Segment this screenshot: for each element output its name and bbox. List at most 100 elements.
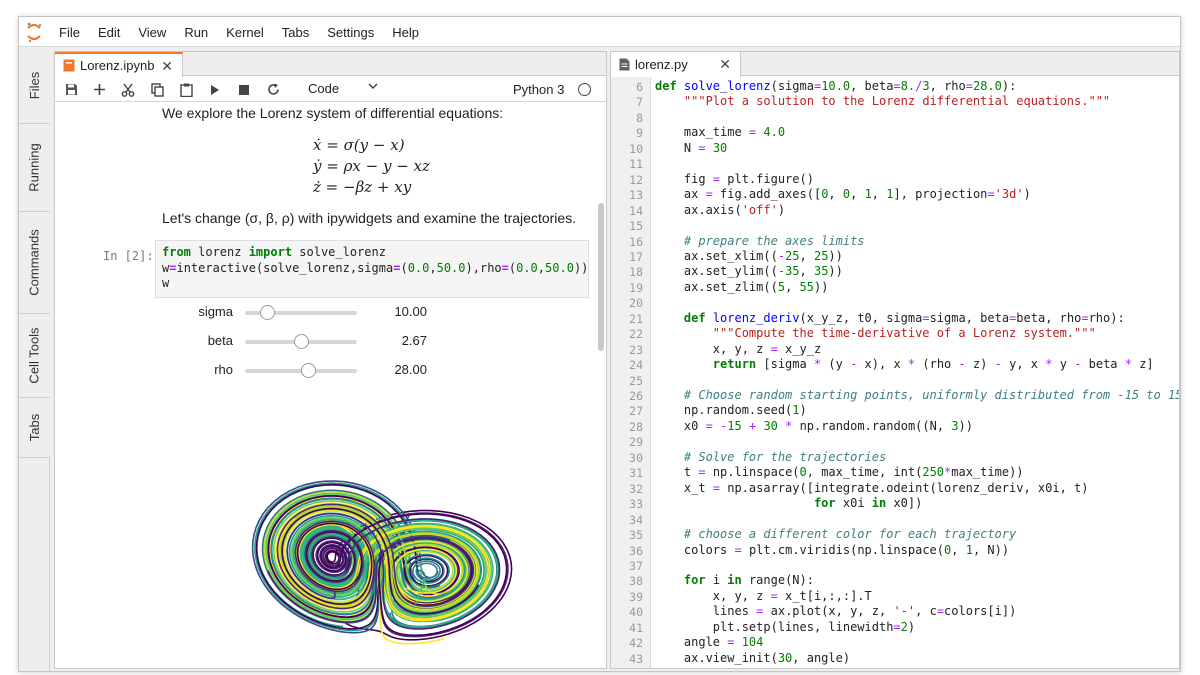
menu-edit[interactable]: Edit: [98, 25, 120, 40]
code-line[interactable]: 32 x_t = np.asarray([integrate.odeint(lo…: [611, 481, 1179, 497]
cut-icon[interactable]: [118, 80, 138, 99]
copy-icon[interactable]: [147, 80, 167, 99]
code-line[interactable]: 20: [611, 295, 1179, 311]
code-token: plt.cm.viridis(np.linspace(: [741, 542, 945, 557]
editor-tab[interactable]: lorenz.py ✕: [611, 52, 741, 77]
code-line[interactable]: 31 t = np.linspace(0, max_time, int(250*…: [611, 465, 1179, 481]
code-line[interactable]: 41 plt.setp(lines, linewidth=2): [611, 620, 1179, 636]
code-line[interactable]: 7 """Plot a solution to the Lorenz diffe…: [611, 94, 1179, 110]
menu-help[interactable]: Help: [392, 25, 419, 40]
code-line[interactable]: 22 """Compute the time-derivative of a L…: [611, 326, 1179, 342]
slider-handle[interactable]: [300, 363, 316, 378]
code-token: )): [813, 279, 829, 294]
code-line[interactable]: 9 max_time = 4.0: [611, 125, 1179, 141]
code-token: =: [936, 604, 945, 619]
menu-file[interactable]: File: [59, 25, 80, 40]
code-line[interactable]: 10 N = 30: [611, 141, 1179, 157]
code-token: , angle): [792, 650, 851, 665]
code-line[interactable]: 18 ax.set_ylim((-35, 35)): [611, 264, 1179, 280]
code-cell-input[interactable]: from lorenz import solve_lorenz w=intera…: [155, 240, 589, 298]
sidetab-files[interactable]: Files: [19, 48, 50, 124]
code-line[interactable]: 40 lines = ax.plot(x, y, z, '-', c=color…: [611, 604, 1179, 620]
code-line[interactable]: 11: [611, 156, 1179, 172]
menu-settings[interactable]: Settings: [327, 25, 374, 40]
line-number: 7: [636, 95, 643, 110]
code-token: =: [698, 140, 706, 155]
code-token: ax.set_xlim((: [655, 248, 778, 263]
slider-handle[interactable]: [260, 305, 276, 320]
jupyterlab-window: File Edit View Run Kernel Tabs Settings …: [18, 16, 1181, 672]
line-code: N = 30: [655, 141, 727, 155]
menu-run[interactable]: Run: [184, 25, 208, 40]
code-line[interactable]: 19 ax.set_zlim((5, 55)): [611, 280, 1179, 296]
menu-view[interactable]: View: [138, 25, 166, 40]
editor-panel: lorenz.py ✕ 6 def solve_lorenz(sigma = 10.0…: [610, 51, 1180, 669]
close-icon[interactable]: ✕: [161, 58, 173, 75]
code-token: y, x: [1001, 357, 1046, 372]
close-icon[interactable]: ✕: [719, 56, 731, 73]
code-line[interactable]: 16 # prepare the axes limits: [611, 234, 1179, 250]
code-line[interactable]: 37: [611, 558, 1179, 574]
slider-handle[interactable]: [294, 334, 309, 349]
save-icon[interactable]: [61, 80, 81, 99]
notebook-scrollbar[interactable]: [598, 203, 604, 351]
code-line[interactable]: 21 def lorenz_deriv(x_y_z, t0, sigma=sig…: [611, 311, 1179, 327]
sidetab-cell-tools[interactable]: Cell Tools: [19, 314, 50, 398]
kernel-name[interactable]: Python 3: [513, 82, 564, 97]
chevron-down-icon[interactable]: [368, 81, 378, 91]
code-line[interactable]: 25: [611, 373, 1179, 389]
code-editor[interactable]: 6 def solve_lorenz(sigma=10.0, beta=8./3,…: [611, 77, 1179, 668]
code-line[interactable]: 42 angle = 104: [611, 635, 1179, 651]
code-line[interactable]: 35 # choose a different color for each t…: [611, 527, 1179, 543]
run-icon[interactable]: [205, 80, 225, 99]
code-token: 30: [763, 418, 778, 433]
code-line[interactable]: 6 def solve_lorenz(sigma=10.0, beta=8./3,…: [611, 79, 1179, 95]
code-token: 2: [900, 619, 908, 634]
code-line[interactable]: 26 # Choose random starting points, unif…: [611, 388, 1179, 404]
sidetab-commands[interactable]: Commands: [19, 212, 50, 314]
code-line[interactable]: 27 np.random.seed(1): [611, 403, 1179, 419]
line-code: t = np.linspace(0, max_time, int(250*max…: [655, 465, 1024, 479]
code-line[interactable]: 38 for i in range(N):: [611, 573, 1179, 589]
code-token: =: [965, 79, 973, 93]
code-line[interactable]: 29: [611, 434, 1179, 450]
code-token: ,: [799, 248, 814, 263]
code-line[interactable]: 17 ax.set_xlim((-25, 25)): [611, 249, 1179, 265]
code-token: )): [958, 418, 973, 433]
cell-type-select[interactable]: Code: [308, 81, 339, 96]
code-line[interactable]: 43 ax.view_init(30, angle): [611, 651, 1179, 667]
slider-track[interactable]: [245, 305, 357, 320]
stop-icon[interactable]: [234, 80, 254, 99]
code-line[interactable]: 33 for x0i in x0]): [611, 496, 1179, 512]
code-line[interactable]: 14 ax.axis('off'): [611, 203, 1179, 219]
sidetab-tabs[interactable]: Tabs: [19, 398, 50, 458]
code-token: ): [907, 619, 916, 634]
add-icon[interactable]: [89, 80, 109, 99]
slider-track[interactable]: [245, 363, 357, 378]
code-line[interactable]: 23 x, y, z = x_y_z: [611, 342, 1179, 358]
code-token: lorenz_deriv: [712, 310, 800, 325]
code-line[interactable]: 36 colors = plt.cm.viridis(np.linspace(0…: [611, 543, 1179, 559]
code-line[interactable]: 28 x0 = -15 + 30 * np.random.random((N, …: [611, 419, 1179, 435]
code-line[interactable]: 13 ax = fig.add_axes([0, 0, 1, 1], proje…: [611, 187, 1179, 203]
menu-kernel[interactable]: Kernel: [226, 25, 264, 40]
code-token: ): [1023, 187, 1031, 202]
file-icon: [619, 58, 630, 71]
code-token: -: [777, 264, 786, 279]
line-code: ax.axis('off'): [655, 203, 785, 217]
paste-icon[interactable]: [176, 80, 196, 99]
slider-track[interactable]: [245, 334, 357, 349]
code-line[interactable]: 39 x, y, z = x_t[i,:,:].T: [611, 589, 1179, 605]
menu-tabs[interactable]: Tabs: [282, 25, 309, 40]
code-line[interactable]: 15: [611, 218, 1179, 234]
code-line[interactable]: 12 fig = plt.figure(): [611, 172, 1179, 188]
notebook-tab[interactable]: Lorenz.ipynb ✕: [55, 52, 183, 77]
code-line[interactable]: 8: [611, 110, 1179, 126]
restart-icon[interactable]: [263, 80, 283, 99]
sidetab-running[interactable]: Running: [19, 124, 50, 212]
code-line[interactable]: 24 return [sigma * (y - x), x * (rho - z…: [611, 357, 1179, 373]
code-token: =: [712, 171, 721, 186]
code-line[interactable]: 30 # Solve for the trajectories: [611, 450, 1179, 466]
code-token: max_time)): [951, 465, 1024, 480]
code-line[interactable]: 34: [611, 512, 1179, 528]
